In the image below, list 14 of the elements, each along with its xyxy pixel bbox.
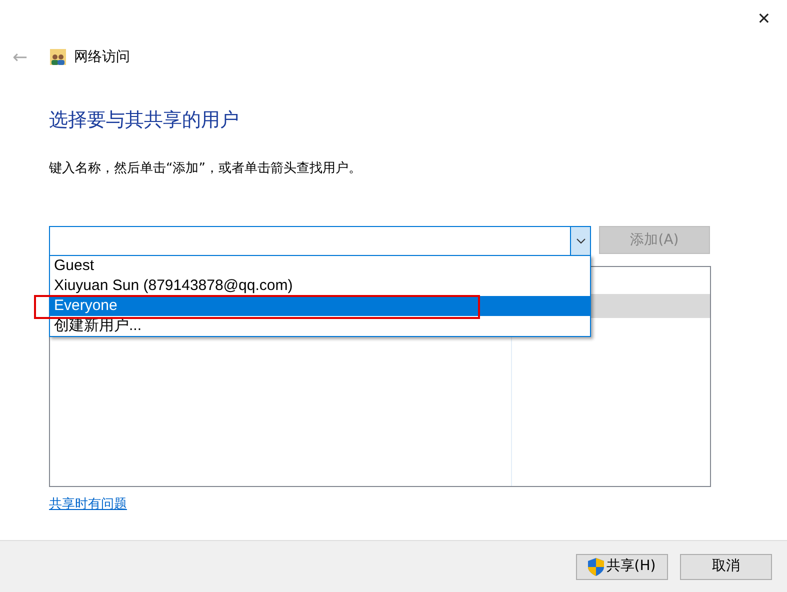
shield-icon: [588, 558, 604, 576]
dropdown-item[interactable]: Guest: [50, 256, 590, 276]
dialog-heading: 选择要与其共享的用户: [49, 108, 240, 133]
name-combo-box[interactable]: [49, 226, 591, 256]
cancel-button[interactable]: 取消: [680, 554, 772, 580]
help-link[interactable]: 共享时有问题: [49, 495, 127, 514]
instruction-text: 键入名称，然后单击“添加”，或者单击箭头查找用户。: [49, 160, 362, 178]
chevron-down-icon: [576, 238, 586, 244]
close-button[interactable]: ✕: [741, 0, 787, 38]
dropdown-item[interactable]: Xiuyuan Sun (879143878@qq.com): [50, 276, 590, 296]
window-title: 网络访问: [74, 48, 130, 66]
network-users-icon: [50, 49, 66, 65]
share-button[interactable]: 共享(H): [576, 554, 668, 580]
dropdown-item[interactable]: Everyone: [50, 296, 590, 316]
